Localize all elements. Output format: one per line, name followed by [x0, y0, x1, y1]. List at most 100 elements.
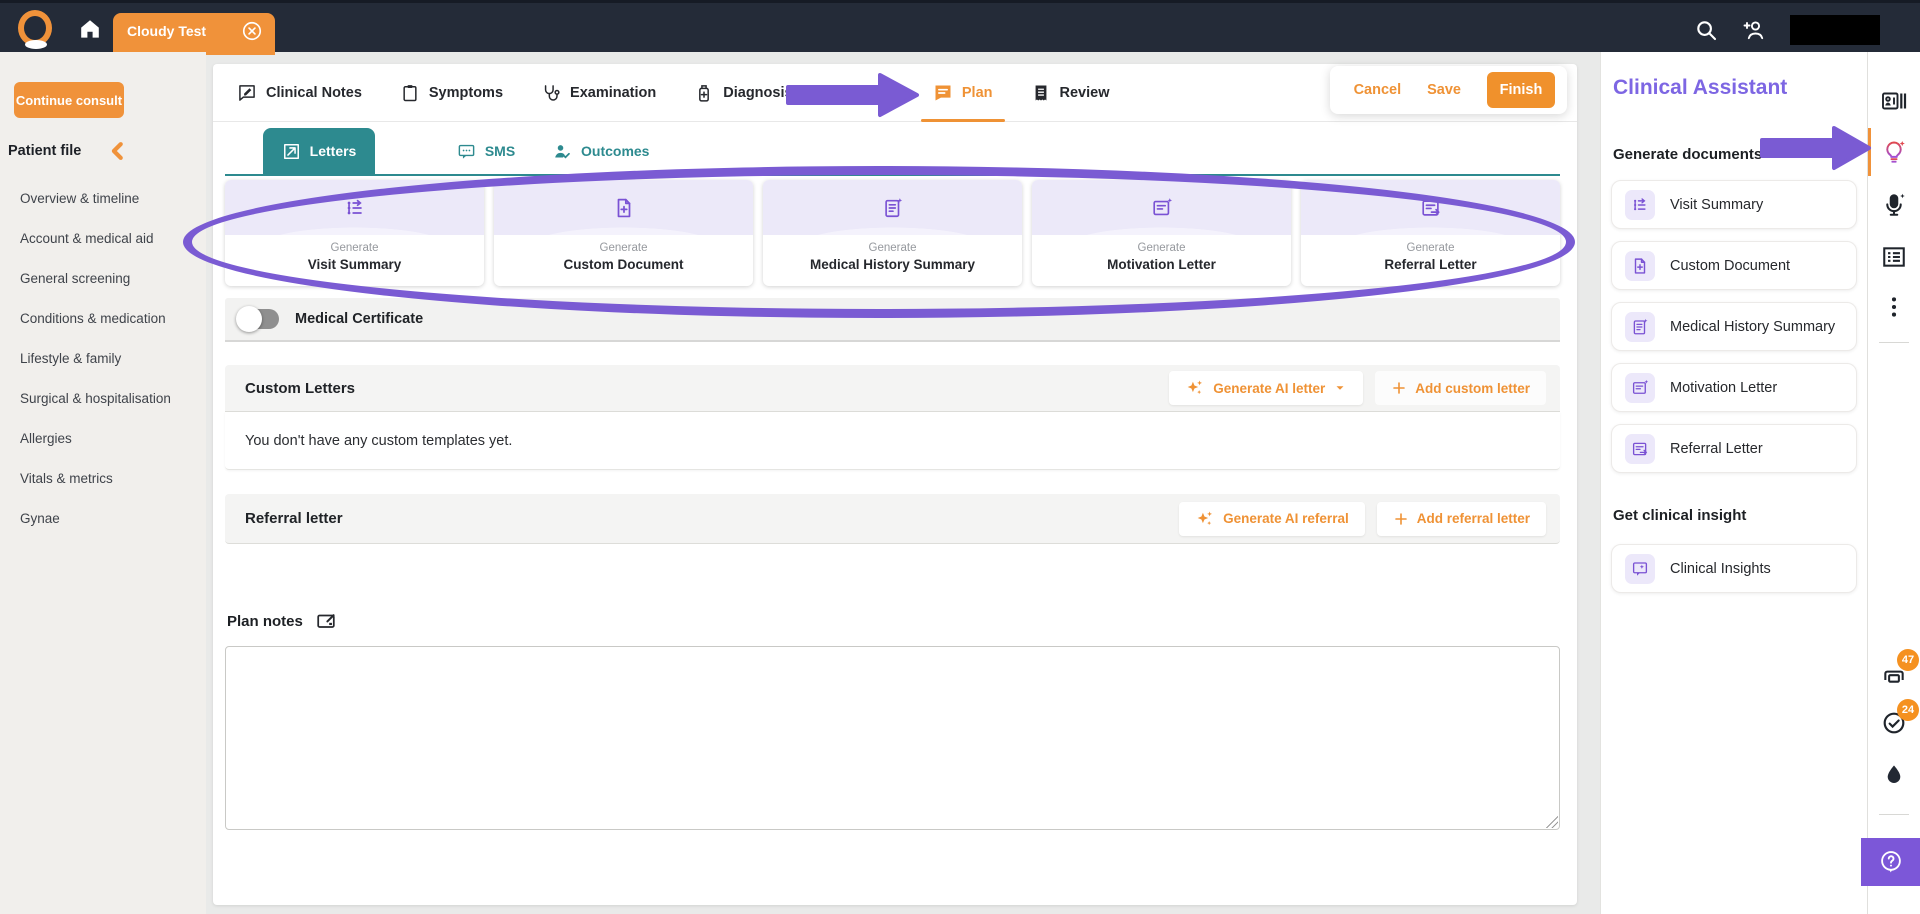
referral-letter-section: Referral letter Generate AI referral Add… — [225, 494, 1560, 544]
letters-icon — [282, 142, 301, 161]
patient-sidebar: Continue consult Patient file Overview &… — [0, 52, 206, 914]
tasks-badge: 24 — [1897, 699, 1919, 721]
forms-icon[interactable] — [1868, 244, 1920, 270]
collapse-chevron-icon[interactable] — [107, 140, 129, 162]
generate-card-motivation-letter[interactable]: Generate Motivation Letter — [1032, 180, 1291, 286]
referral-letter-title: Referral letter — [245, 510, 343, 527]
sidebar-item-surgical-hospitalisation[interactable]: Surgical & hospitalisation — [20, 378, 200, 418]
custom-letters-empty-message: You don't have any custom templates yet. — [225, 412, 1560, 470]
patient-panel-icon[interactable] — [1868, 88, 1920, 114]
medical-certificate-toggle[interactable] — [236, 306, 279, 332]
generate-card-referral-letter[interactable]: Generate Referral Letter — [1301, 180, 1560, 286]
sidebar-item-conditions-medication[interactable]: Conditions & medication — [20, 298, 200, 338]
clinical-insights-icon — [1631, 560, 1649, 578]
outcomes-icon — [553, 142, 572, 161]
tab-clinical-notes[interactable]: Clinical Notes — [237, 64, 362, 122]
tab-examination[interactable]: Examination — [541, 64, 656, 122]
sidebar-item-general-screening[interactable]: General screening — [20, 258, 200, 298]
custom-document-icon — [613, 197, 635, 219]
plan-notes-textarea[interactable] — [225, 646, 1560, 830]
referral-letter-icon — [1420, 197, 1442, 219]
examination-icon — [541, 83, 561, 103]
subtab-outcomes[interactable]: Outcomes — [553, 128, 649, 174]
assistant-doc-referral-letter[interactable]: Referral Letter — [1611, 424, 1857, 473]
add-referral-letter-button[interactable]: Add referral letter — [1376, 501, 1546, 536]
consult-actions: Cancel Save Finish — [1329, 66, 1567, 114]
mic-ai-icon[interactable] — [1868, 192, 1920, 218]
finish-button[interactable]: Finish — [1487, 72, 1555, 108]
generate-card-medical-history-summary[interactable]: Generate Medical History Summary — [763, 180, 1022, 286]
motivation-letter-icon — [1151, 197, 1173, 219]
clinical-assistant-title: Clinical Assistant — [1613, 76, 1788, 99]
sidebar-item-lifestyle-family[interactable]: Lifestyle & family — [20, 338, 200, 378]
plan-notes-label: Plan notes — [227, 612, 303, 630]
home-icon[interactable] — [78, 17, 102, 41]
chevron-down-icon — [1333, 381, 1347, 395]
continue-consult-button[interactable]: Continue consult — [14, 82, 124, 118]
sms-icon — [457, 142, 476, 161]
cancel-button[interactable]: Cancel — [1354, 82, 1402, 98]
tab-diagnosis-prescription[interactable]: Diagnosis & prescription — [694, 64, 895, 122]
plus-icon — [1393, 511, 1409, 527]
assistant-doc-motivation-letter[interactable]: Motivation Letter — [1611, 363, 1857, 412]
more-dots-icon[interactable] — [1868, 294, 1920, 320]
review-icon — [1031, 83, 1051, 103]
generate-card-visit-summary[interactable]: Generate Visit Summary — [225, 180, 484, 286]
add-custom-letter-button[interactable]: Add custom letter — [1375, 371, 1546, 405]
app-logo-icon — [16, 9, 56, 49]
redacted-user-info — [1790, 15, 1880, 45]
plan-icon — [933, 83, 953, 103]
custom-letters-title: Custom Letters — [245, 379, 356, 397]
visit-summary-icon — [1631, 196, 1649, 214]
patient-tab-label: Cloudy Test — [127, 23, 207, 39]
help-button[interactable] — [1861, 838, 1920, 886]
sidebar-item-overview-timeline[interactable]: Overview & timeline — [20, 178, 200, 218]
symptoms-icon — [400, 83, 420, 103]
tab-review[interactable]: Review — [1031, 64, 1109, 122]
assistant-doc-custom-document[interactable]: Custom Document — [1611, 241, 1857, 290]
medical-certificate-row: Medical Certificate — [225, 298, 1560, 342]
search-icon[interactable] — [1694, 18, 1718, 42]
plus-icon — [1391, 380, 1407, 396]
close-icon[interactable] — [241, 20, 263, 42]
clinical-assistant-panel: Clinical Assistant Generate documents Vi… — [1600, 52, 1867, 914]
sparkle-icon — [1185, 378, 1205, 398]
clinical-notes-icon — [237, 83, 257, 103]
medical-history-icon — [882, 197, 904, 219]
custom-document-icon — [1631, 257, 1649, 275]
ink-drop-icon[interactable] — [1868, 762, 1920, 788]
generate-ai-referral-button[interactable]: Generate AI referral — [1179, 501, 1365, 536]
visit-summary-icon — [344, 197, 366, 219]
subtab-letters[interactable]: Letters — [263, 128, 375, 174]
assistant-insight-clinical-insights[interactable]: Clinical Insights — [1611, 544, 1857, 593]
medical-history-icon — [1631, 318, 1649, 336]
subtab-sms[interactable]: SMS — [419, 128, 553, 174]
assistant-doc-visit-summary[interactable]: Visit Summary — [1611, 180, 1857, 229]
generate-cards-row: Generate Visit Summary Generate Custom D… — [225, 180, 1560, 286]
generate-ai-letter-button[interactable]: Generate AI letter — [1169, 371, 1364, 405]
sidebar-item-allergies[interactable]: Allergies — [20, 418, 200, 458]
topbar: Cloudy Test — [0, 0, 1920, 55]
generate-card-custom-document[interactable]: Generate Custom Document — [494, 180, 753, 286]
tasks-done-icon[interactable]: 24 — [1868, 699, 1920, 736]
tab-symptoms[interactable]: Symptoms — [400, 64, 503, 122]
sparkle-icon — [1195, 509, 1215, 529]
assistant-doc-medical-history-summary[interactable]: Medical History Summary — [1611, 302, 1857, 351]
sidebar-item-gynae[interactable]: Gynae — [20, 498, 200, 538]
tab-plan[interactable]: Plan — [920, 64, 1005, 122]
save-button[interactable]: Save — [1427, 82, 1461, 98]
consult-panel: Clinical Notes Symptoms Examination Diag… — [213, 64, 1577, 905]
letters-subtab-bar: Letters SMS Outcomes — [225, 128, 1560, 176]
sidebar-item-vitals-metrics[interactable]: Vitals & metrics — [20, 458, 200, 498]
patient-file-heading: Patient file — [8, 143, 82, 159]
print-queue-icon[interactable]: 47 — [1868, 649, 1920, 686]
patient-tab[interactable]: Cloudy Test — [113, 13, 275, 55]
sidebar-item-account-medical-aid[interactable]: Account & medical aid — [20, 218, 200, 258]
lightbulb-ai-icon[interactable] — [1868, 128, 1920, 176]
help-icon — [1878, 849, 1904, 875]
add-person-icon[interactable] — [1742, 18, 1766, 42]
handwriting-pad-icon[interactable] — [315, 610, 337, 632]
clinical-insight-heading: Get clinical insight — [1613, 507, 1747, 524]
rail-divider — [1879, 814, 1909, 815]
motivation-letter-icon — [1631, 379, 1649, 397]
